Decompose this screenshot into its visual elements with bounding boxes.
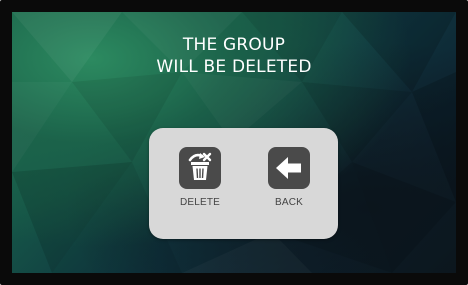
delete-button[interactable]: DELETE [165, 147, 235, 227]
confirmation-dialog: DELETE BACK [149, 128, 338, 239]
message-line-2: WILL BE DELETED [156, 57, 312, 77]
screen: THE GROUP WILL BE DELETED DELETE BACK [12, 12, 456, 273]
back-tile[interactable] [268, 147, 310, 189]
arrow-left-icon [276, 157, 301, 179]
confirmation-message: THE GROUP WILL BE DELETED [12, 34, 456, 78]
trash-icon [188, 152, 212, 180]
back-label: BACK [274, 197, 304, 208]
message-line-1: THE GROUP [182, 35, 286, 55]
device-frame: THE GROUP WILL BE DELETED DELETE BACK [0, 0, 468, 285]
delete-tile[interactable] [179, 147, 221, 189]
delete-label: DELETE [179, 197, 221, 208]
back-button[interactable]: BACK [254, 147, 324, 227]
